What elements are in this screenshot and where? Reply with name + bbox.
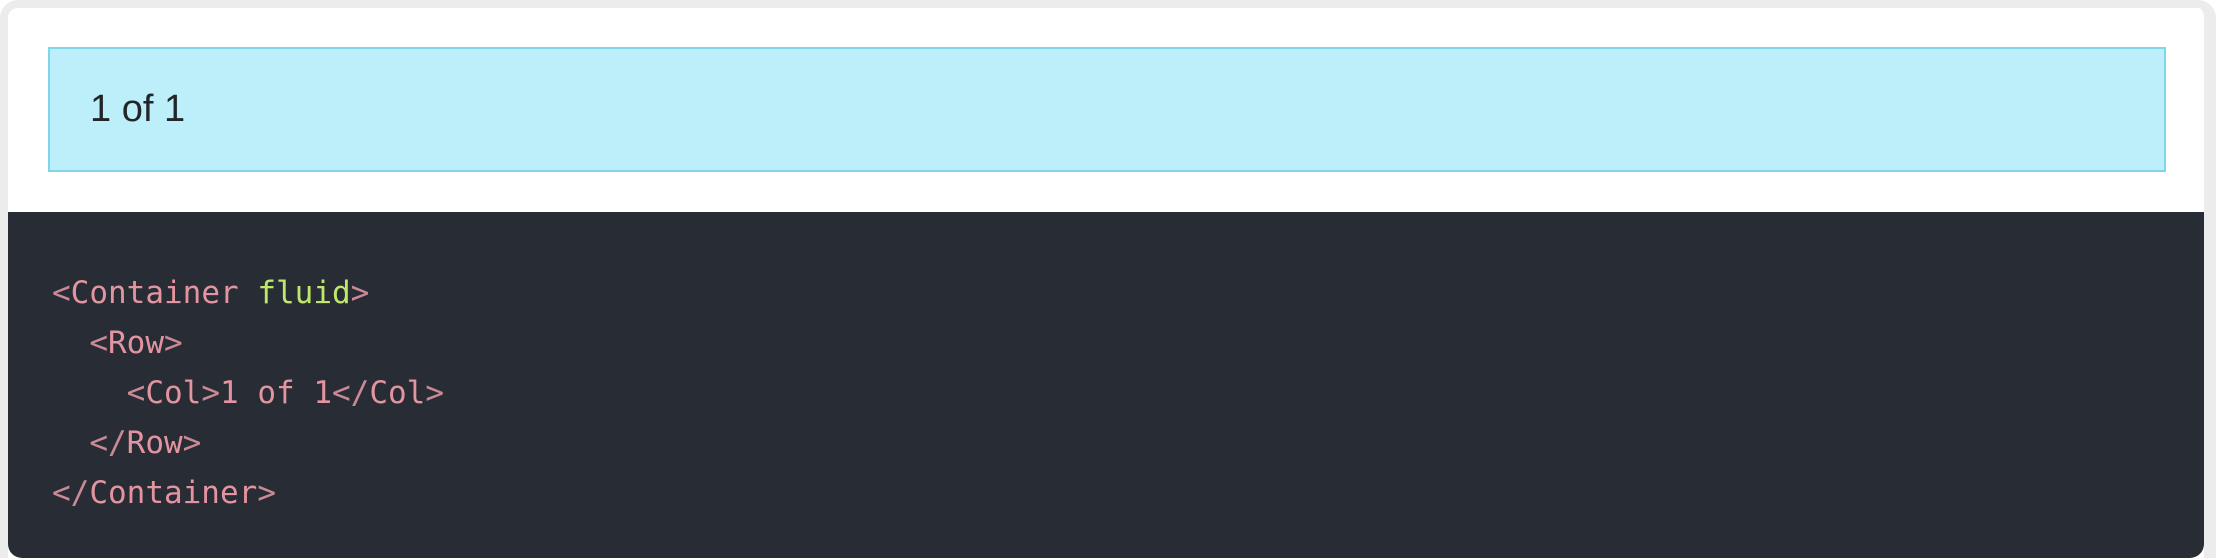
code-line: <Col>1 of 1</Col> <box>52 368 2204 418</box>
example-frame: 1 of 1 <Container fluid> <Row> <Col>1 of… <box>0 0 2216 558</box>
code-punct: </ <box>331 375 370 411</box>
code-punct: > <box>182 425 202 461</box>
col-box: 1 of 1 <box>48 47 2166 172</box>
code-punct: </ <box>89 425 127 461</box>
code-line: </Row> <box>52 418 2204 468</box>
example-preview: 1 of 1 <box>8 8 2204 212</box>
col-text: 1 of 1 <box>90 88 186 130</box>
code-text: 1 of 1 <box>220 375 332 411</box>
code-block[interactable]: <Container fluid> <Row> <Col>1 of 1</Col… <box>8 212 2204 558</box>
code-punct: < <box>89 325 108 361</box>
code-tag: Col <box>145 375 202 411</box>
code-punct: > <box>257 475 276 511</box>
code-punct: > <box>201 375 220 411</box>
code-tag: Col <box>369 375 426 411</box>
code-tag: Container <box>89 475 258 511</box>
code-line: </Container> <box>52 468 2204 518</box>
code-punct: > <box>350 275 370 311</box>
code-tag: Container <box>70 275 239 311</box>
code-punct: > <box>425 375 444 411</box>
code-attr: fluid <box>257 275 351 311</box>
code-punct: > <box>164 325 183 361</box>
code-line: <Container fluid> <box>52 268 2204 318</box>
code-punct: < <box>126 375 146 411</box>
code-line: <Row> <box>52 318 2204 368</box>
code-punct: < <box>52 275 71 311</box>
code-tag: Row <box>126 425 183 461</box>
code-tag: Row <box>108 325 164 361</box>
code-punct: </ <box>52 475 90 511</box>
